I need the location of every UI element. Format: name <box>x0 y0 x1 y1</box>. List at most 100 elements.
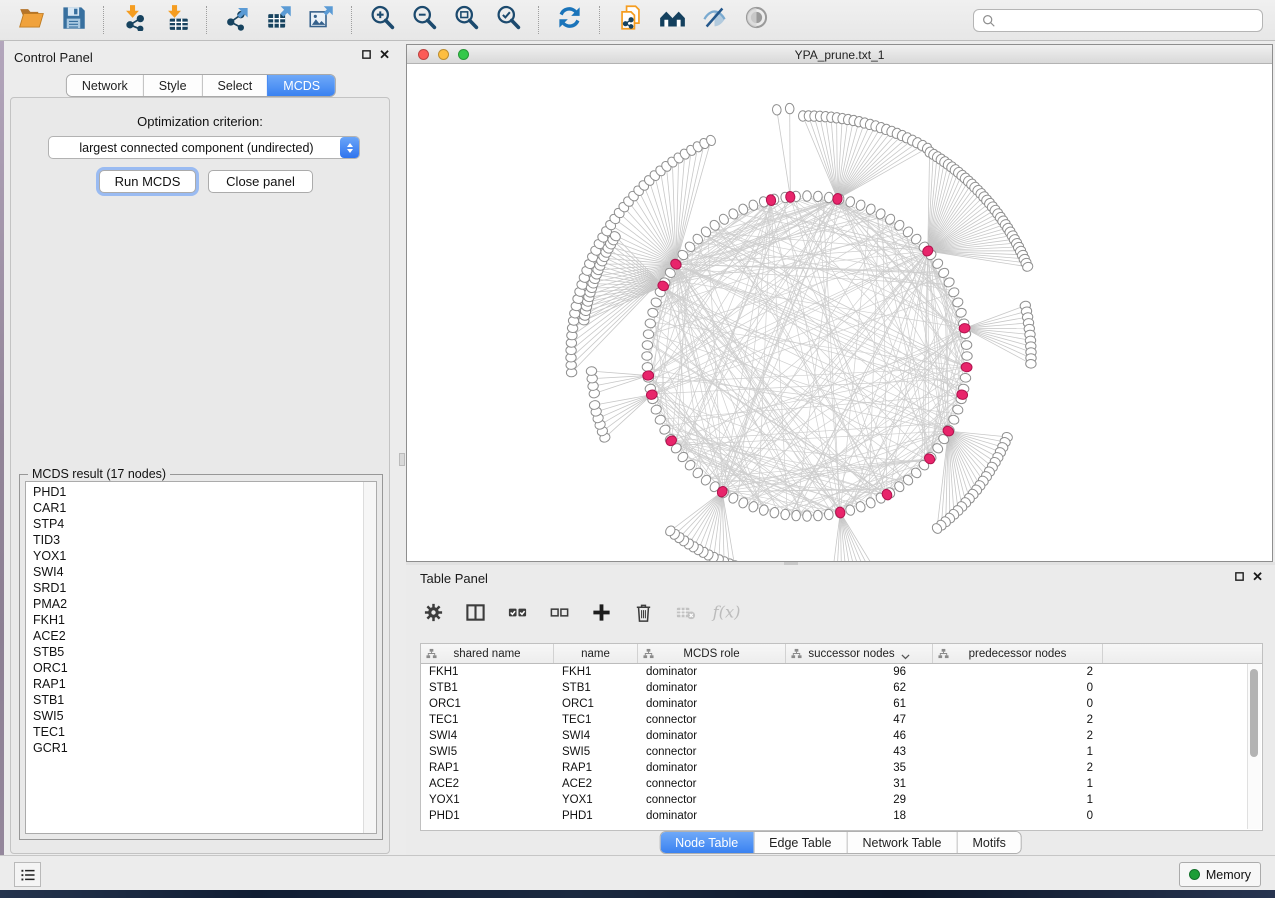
tab-network-table[interactable]: Network Table <box>847 832 957 853</box>
cell-MCDS-role: dominator <box>638 682 786 694</box>
mcds-result-item[interactable]: ACE2 <box>26 628 364 644</box>
cell-successor-nodes: 18 <box>786 810 933 822</box>
show-eye-button[interactable] <box>735 2 777 38</box>
tab-mcds[interactable]: MCDS <box>267 75 335 96</box>
memory-status-icon <box>1189 869 1200 880</box>
column-header-name[interactable]: name <box>554 644 638 663</box>
close-panel-icon[interactable]: ✕ <box>1252 571 1263 582</box>
mcds-result-scrollbar[interactable] <box>363 482 376 833</box>
ndex-houses-button[interactable] <box>651 2 693 38</box>
export-network-icon <box>224 4 251 36</box>
cell-successor-nodes: 61 <box>786 698 933 710</box>
criterion-select[interactable]: largest connected component (undirected) <box>48 136 360 159</box>
mcds-result-item[interactable]: PHD1 <box>26 484 364 500</box>
table-row[interactable]: RAP1RAP1dominator352 <box>421 760 1262 776</box>
mcds-result-item[interactable]: TEC1 <box>26 724 364 740</box>
mcds-result-item[interactable]: CAR1 <box>26 500 364 516</box>
search-input[interactable] <box>1001 11 1262 31</box>
mcds-result-item[interactable]: RAP1 <box>26 676 364 692</box>
table-row[interactable]: ORC1ORC1dominator610 <box>421 696 1262 712</box>
refresh-button[interactable] <box>548 2 590 38</box>
zoom-in-button[interactable] <box>361 2 403 38</box>
network-canvas[interactable] <box>407 64 1272 561</box>
export-image-button[interactable] <box>300 2 342 38</box>
table-row[interactable]: SWI4SWI4dominator462 <box>421 728 1262 744</box>
deselect-all-button[interactable] <box>546 602 572 628</box>
table-header-row: shared namenameMCDS rolesuccessor nodesp… <box>421 644 1262 664</box>
import-network-button[interactable] <box>113 2 155 38</box>
mcds-result-item[interactable]: TID3 <box>26 532 364 548</box>
float-panel-icon[interactable] <box>1234 571 1245 582</box>
float-panel-icon[interactable] <box>361 49 372 60</box>
mcds-result-item[interactable]: PMA2 <box>26 596 364 612</box>
mcds-result-item[interactable]: STP4 <box>26 516 364 532</box>
table-scrollbar[interactable] <box>1247 664 1261 829</box>
select-stepper-icon <box>340 137 359 158</box>
network-window-titlebar[interactable]: YPA_prune.txt_1 <box>407 45 1272 64</box>
column-header-successor-nodes[interactable]: successor nodes <box>786 644 933 663</box>
mcds-result-item[interactable]: STB1 <box>26 692 364 708</box>
desktop-background-bottom <box>0 890 1275 898</box>
console-list-button[interactable] <box>14 862 41 887</box>
zoom-selected-button[interactable] <box>487 2 529 38</box>
zoom-out-button[interactable] <box>403 2 445 38</box>
gear-button[interactable] <box>420 602 446 628</box>
function-button: f(x) <box>714 602 740 628</box>
close-panel-icon[interactable]: ✕ <box>379 49 390 60</box>
import-table-button[interactable] <box>155 2 197 38</box>
cell-name: SWI5 <box>554 746 638 758</box>
mcds-result-item[interactable]: SWI4 <box>26 564 364 580</box>
table-row[interactable]: PHD1PHD1dominator180 <box>421 808 1262 824</box>
cell-shared-name: YOX1 <box>421 794 554 806</box>
cell-successor-nodes: 96 <box>786 666 933 678</box>
export-network-button[interactable] <box>216 2 258 38</box>
table-row[interactable]: TEC1TEC1connector472 <box>421 712 1262 728</box>
table-row[interactable]: YOX1YOX1connector291 <box>421 792 1262 808</box>
tab-network[interactable]: Network <box>67 75 143 96</box>
mcds-result-item[interactable]: GCR1 <box>26 740 364 756</box>
save-session-button[interactable] <box>52 2 94 38</box>
cell-shared-name: PHD1 <box>421 810 554 822</box>
export-image-icon <box>308 4 335 36</box>
column-header-predecessor-nodes[interactable]: predecessor nodes <box>933 644 1103 663</box>
mcds-result-item[interactable]: FKH1 <box>26 612 364 628</box>
add-row-icon <box>591 602 612 628</box>
memory-label: Memory <box>1206 868 1251 882</box>
column-header-shared-name[interactable]: shared name <box>421 644 554 663</box>
delete-row-button[interactable] <box>630 602 656 628</box>
table-scrollbar-thumb[interactable] <box>1250 669 1258 757</box>
share-pages-button[interactable] <box>609 2 651 38</box>
open-folder-button[interactable] <box>10 2 52 38</box>
table-row[interactable]: SWI5SWI5connector431 <box>421 744 1262 760</box>
vertical-splitter[interactable] <box>398 41 406 855</box>
tab-select[interactable]: Select <box>202 75 268 96</box>
cell-name: SWI4 <box>554 730 638 742</box>
add-row-button[interactable] <box>588 602 614 628</box>
search-box[interactable] <box>973 9 1263 32</box>
zoom-fit-button[interactable] <box>445 2 487 38</box>
cell-successor-nodes: 31 <box>786 778 933 790</box>
memory-button[interactable]: Memory <box>1179 862 1261 887</box>
mcds-result-item[interactable]: YOX1 <box>26 548 364 564</box>
tab-edge-table[interactable]: Edge Table <box>753 832 846 853</box>
run-mcds-button[interactable]: Run MCDS <box>99 170 196 193</box>
cell-MCDS-role: dominator <box>638 666 786 678</box>
tab-style[interactable]: Style <box>143 75 202 96</box>
mcds-result-item[interactable]: SRD1 <box>26 580 364 596</box>
hide-eye-button[interactable] <box>693 2 735 38</box>
network-graph-svg[interactable] <box>407 64 1272 561</box>
table-row[interactable]: STB1STB1dominator620 <box>421 680 1262 696</box>
mcds-result-item[interactable]: ORC1 <box>26 660 364 676</box>
close-panel-button[interactable]: Close panel <box>208 170 313 193</box>
select-all-button[interactable] <box>504 602 530 628</box>
export-table-button[interactable] <box>258 2 300 38</box>
column-header-MCDS-role[interactable]: MCDS role <box>638 644 786 663</box>
splitter-handle[interactable] <box>399 453 405 466</box>
mcds-result-item[interactable]: SWI5 <box>26 708 364 724</box>
mcds-result-item[interactable]: STB5 <box>26 644 364 660</box>
table-row[interactable]: ACE2ACE2connector311 <box>421 776 1262 792</box>
columns-button[interactable] <box>462 602 488 628</box>
tab-node-table[interactable]: Node Table <box>660 832 753 853</box>
table-row[interactable]: FKH1FKH1dominator962 <box>421 664 1262 680</box>
tab-motifs[interactable]: Motifs <box>956 832 1020 853</box>
